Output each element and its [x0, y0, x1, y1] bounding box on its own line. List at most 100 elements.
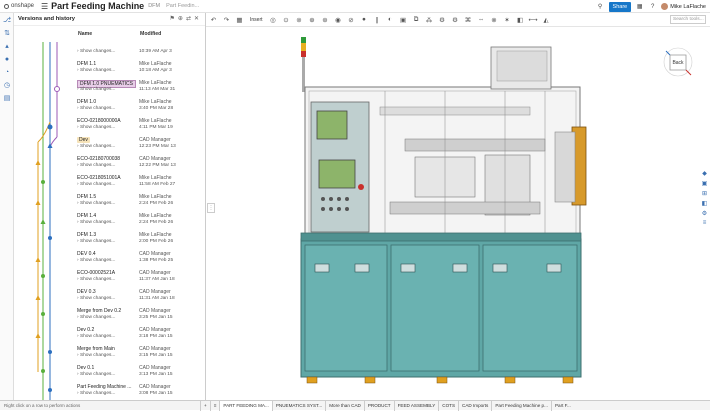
- document-title[interactable]: Part Feeding Machine: [51, 1, 144, 11]
- parallel-icon[interactable]: ∥: [372, 14, 383, 25]
- version-row[interactable]: DFM 1.0 › Show changes... Mike LaFlache 3:4…: [77, 99, 197, 118]
- show-changes-link[interactable]: › Show changes...: [77, 68, 115, 73]
- show-changes-link[interactable]: › Show changes...: [77, 182, 115, 187]
- pin-slot-icon[interactable]: ⊘: [346, 14, 357, 25]
- version-row[interactable]: DFM 1.1 › Show changes... Mike LaFlache 10:…: [77, 61, 197, 80]
- chat-icon[interactable]: ●: [2, 55, 12, 65]
- notifications-icon[interactable]: ⚲: [596, 2, 605, 11]
- show-changes-link[interactable]: › Show changes...: [77, 87, 115, 92]
- show-changes-link[interactable]: › Show changes...: [77, 106, 115, 111]
- version-row[interactable]: Dev › Show changes... CAD Manager 12:23 PM …: [77, 137, 197, 156]
- document-icon[interactable]: ▤: [2, 94, 12, 104]
- compare-icon[interactable]: ⇄: [186, 15, 191, 22]
- close-icon[interactable]: ✕: [194, 15, 199, 22]
- document-tab[interactable]: More than CAD: [325, 400, 364, 411]
- collapse-panel-button[interactable]: ⋮: [207, 203, 215, 213]
- history-icon[interactable]: ◷: [2, 81, 12, 91]
- document-tab[interactable]: PRODUCT: [363, 400, 394, 411]
- version-row[interactable]: Dev 0.2 › Show changes... CAD Manager 3:18 …: [77, 327, 197, 346]
- gear-relation-icon[interactable]: ⚙: [437, 14, 448, 25]
- replicate-icon[interactable]: ⧉: [411, 14, 422, 25]
- document-tab[interactable]: PART FEEDING MA...: [219, 400, 272, 411]
- add-version-icon[interactable]: ⊕: [178, 15, 183, 22]
- undo-icon[interactable]: ↶: [208, 14, 219, 25]
- breadcrumb[interactable]: Part Feedin...: [166, 3, 199, 9]
- fastened-icon[interactable]: ⊙: [281, 14, 292, 25]
- ball-icon[interactable]: ●: [359, 14, 370, 25]
- graph-node[interactable]: [35, 333, 41, 338]
- version-row[interactable]: ECO-0218000000A › Show changes... Mike LaF…: [77, 118, 197, 137]
- linear-icon[interactable]: ⇔: [476, 14, 487, 25]
- add-tab-button[interactable]: +: [200, 400, 210, 411]
- version-row[interactable]: DEV 0.4 › Show changes... CAD Manager 1:38 …: [77, 251, 197, 270]
- apps-icon[interactable]: ▦: [635, 2, 644, 11]
- show-changes-link[interactable]: › Show changes...: [77, 201, 115, 206]
- graph-node[interactable]: [35, 295, 41, 300]
- graph-node[interactable]: [48, 388, 52, 392]
- show-changes-link[interactable]: › Show changes...: [77, 315, 115, 320]
- appearance-icon[interactable]: ◆: [702, 170, 707, 177]
- show-changes-link[interactable]: › Show changes...: [77, 163, 115, 168]
- filter-icon[interactable]: ⚑: [170, 15, 175, 22]
- version-row[interactable]: DFM 1.0 PNUEMATICS › Show changes... Mike …: [77, 80, 197, 99]
- document-tab[interactable]: COTS: [438, 400, 458, 411]
- slider-icon[interactable]: ⊕: [307, 14, 318, 25]
- revolute-icon[interactable]: ⊚: [294, 14, 305, 25]
- show-changes-link[interactable]: › Show changes...: [77, 353, 115, 358]
- version-row[interactable]: DEV 0.3 › Show changes... CAD Manager 11:31…: [77, 289, 197, 308]
- show-changes-link[interactable]: › Show changes...: [77, 372, 115, 377]
- version-row[interactable]: › Show changes... 10:39 AM Apr 3: [77, 42, 197, 61]
- 3d-viewport[interactable]: [215, 27, 695, 399]
- help-icon[interactable]: ?: [648, 2, 657, 11]
- graph-node[interactable]: [41, 180, 45, 184]
- document-tab[interactable]: Part F...: [550, 400, 574, 411]
- insert-icon[interactable]: ▦: [234, 14, 245, 25]
- tab-list-icon[interactable]: ≡: [209, 400, 220, 411]
- graph-node[interactable]: [40, 219, 46, 224]
- explode-icon[interactable]: ✶: [502, 14, 513, 25]
- column-modified-header[interactable]: Modified: [140, 31, 161, 37]
- show-changes-link[interactable]: › Show changes...: [77, 391, 115, 396]
- mate-values-icon[interactable]: ⚙: [702, 210, 707, 217]
- show-changes-link[interactable]: › Show changes...: [77, 258, 115, 263]
- properties-icon[interactable]: ◔: [2, 68, 12, 78]
- section-icon[interactable]: ◧: [515, 14, 526, 25]
- machine-model[interactable]: [215, 27, 695, 399]
- onshape-logo[interactable]: onshape: [0, 3, 38, 9]
- user-menu[interactable]: Mike LaFlache: [661, 3, 706, 10]
- pattern-icon[interactable]: ⁂: [424, 14, 435, 25]
- comments-icon[interactable]: ▴: [2, 42, 12, 52]
- share-button[interactable]: Share: [608, 1, 632, 12]
- graph-node[interactable]: [35, 257, 41, 262]
- document-tab[interactable]: PNUEMATICS SYST...: [271, 400, 325, 411]
- graph-node[interactable]: [47, 124, 53, 130]
- show-changes-link[interactable]: › Show changes...: [77, 125, 115, 130]
- group-icon[interactable]: ▣: [398, 14, 409, 25]
- mate-icon[interactable]: ◎: [268, 14, 279, 25]
- graph-node[interactable]: [35, 200, 41, 205]
- show-changes-link[interactable]: › Show changes...: [77, 239, 115, 244]
- show-changes-link[interactable]: › Show changes...: [77, 220, 115, 225]
- version-row[interactable]: Dev 0.1 › Show changes... CAD Manager 3:13 …: [77, 365, 197, 384]
- version-row[interactable]: DFM 1.3 › Show changes... Mike LaFlache 2:0…: [77, 232, 197, 251]
- graph-node[interactable]: [41, 274, 45, 278]
- render-mode-icon[interactable]: ▣: [702, 180, 708, 187]
- show-changes-link[interactable]: › Show changes...: [77, 277, 115, 282]
- measure-icon[interactable]: ⟷: [528, 14, 539, 25]
- document-tab[interactable]: CAD Imports: [458, 400, 491, 411]
- version-row[interactable]: Merge from Main › Show changes... CAD Mana…: [77, 346, 197, 365]
- show-changes-link[interactable]: › Show changes...: [77, 296, 115, 301]
- mate-connector-icon[interactable]: ⊗: [489, 14, 500, 25]
- column-name-header[interactable]: Name: [78, 31, 92, 37]
- screw-icon[interactable]: ⌘: [463, 14, 474, 25]
- version-row[interactable]: ECO-0218051001A › Show changes... Mike LaF…: [77, 175, 197, 194]
- menu-icon[interactable]: ☰: [41, 2, 48, 11]
- graph-node[interactable]: [41, 312, 45, 316]
- view-options-icon[interactable]: ⊞: [702, 190, 707, 197]
- version-row[interactable]: ECO-00002521A › Show changes... CAD Manage…: [77, 270, 197, 289]
- branch-label[interactable]: DFM: [148, 3, 160, 9]
- rack-pinion-icon[interactable]: ⚙: [450, 14, 461, 25]
- document-tab[interactable]: Part Feeding Machine p...: [491, 400, 551, 411]
- branch-icon[interactable]: ⇅: [2, 29, 12, 39]
- version-row[interactable]: DFM 1.5 › Show changes... Mike LaFlache 2:2…: [77, 194, 197, 213]
